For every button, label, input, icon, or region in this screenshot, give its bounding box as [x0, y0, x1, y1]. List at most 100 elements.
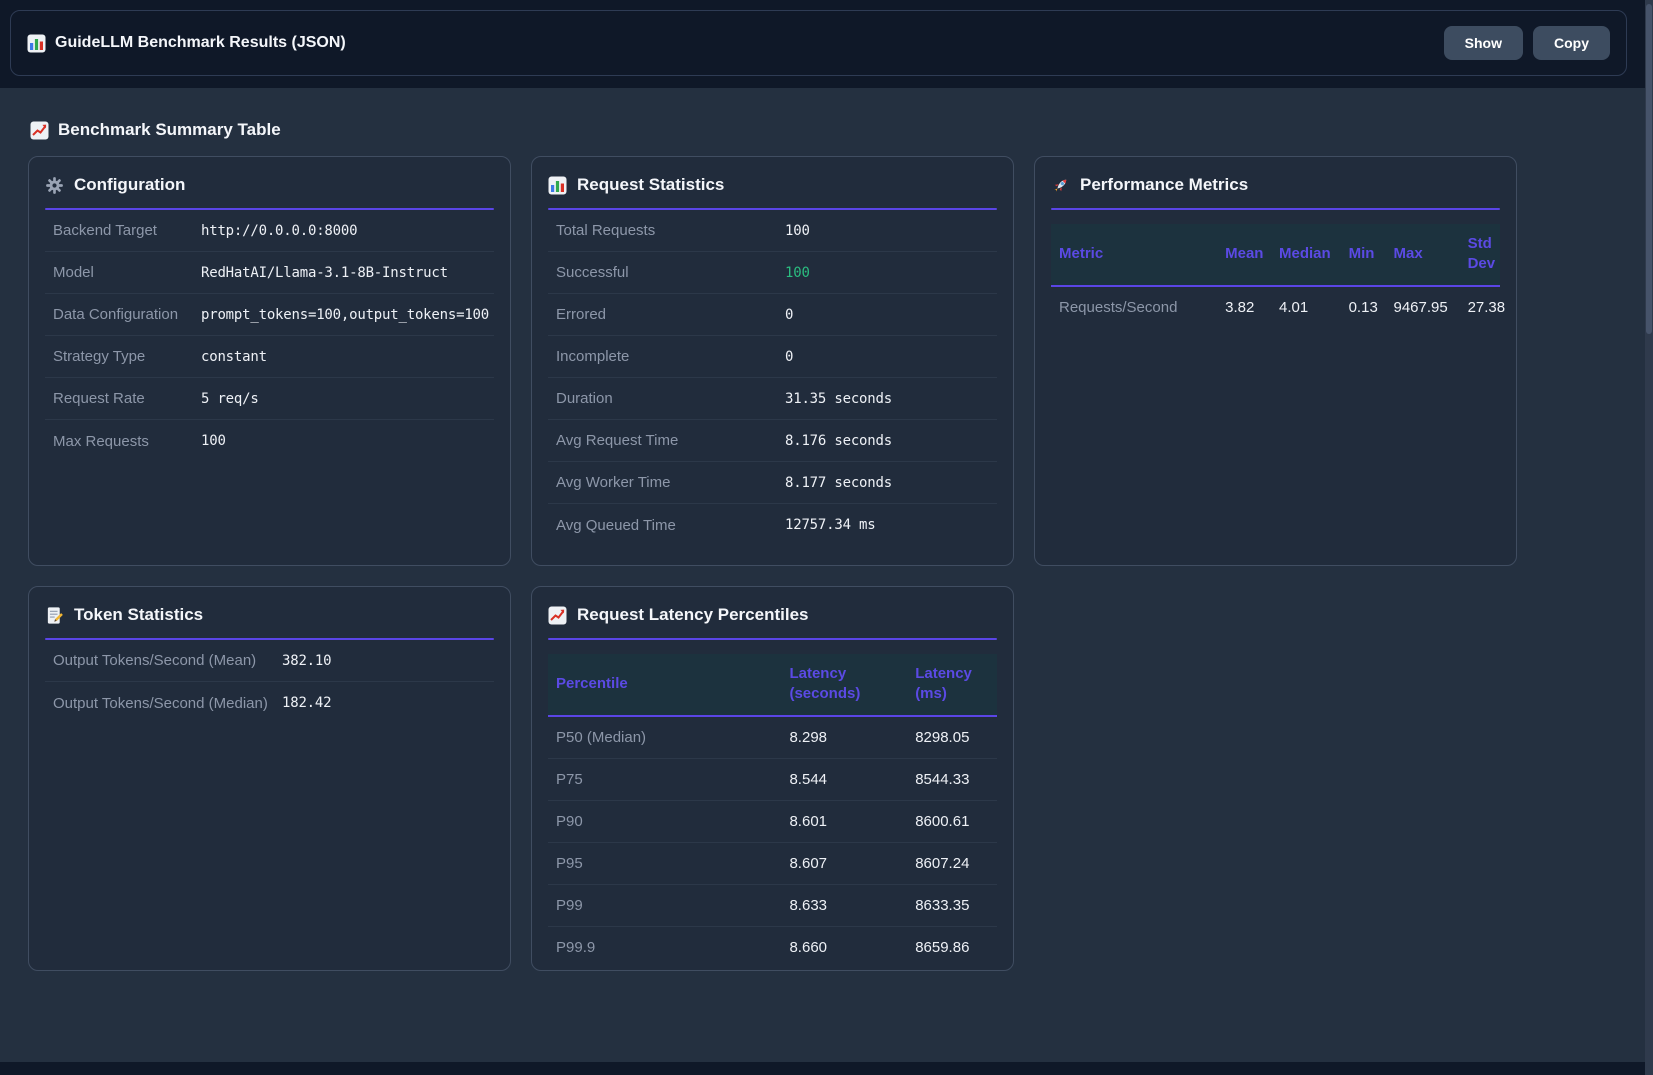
table-row-p95: P95 8.607 8607.24 [548, 842, 997, 884]
cell-latency-seconds: 8.298 [781, 716, 907, 759]
row-value: 5 req/s [201, 391, 259, 407]
col-header-percentile: Percentile [548, 654, 781, 716]
latency-percentiles-card: Request Latency Percentiles Percentile L… [531, 586, 1014, 971]
cell-percentile: P75 [548, 758, 781, 800]
col-header-latency-ms: Latency (ms) [907, 654, 997, 716]
row-label: Output Tokens/Second (Median) [53, 695, 282, 712]
config-row-data-configuration: Data Configuration prompt_tokens=100,out… [45, 294, 494, 336]
cell-latency-seconds: 8.601 [781, 800, 907, 842]
row-label: Max Requests [53, 433, 201, 450]
row-value: 8.177 seconds [785, 475, 892, 491]
row-value: 0 [785, 307, 793, 323]
row-value: 100 [201, 433, 226, 449]
benchmark-results-page: GuideLLM Benchmark Results (JSON) Show C… [0, 0, 1653, 1075]
bar-chart-icon [27, 34, 46, 53]
config-row-model: Model RedHatAI/Llama-3.1-8B-Instruct [45, 252, 494, 294]
row-value: constant [201, 349, 267, 365]
row-label: Errored [556, 306, 785, 323]
card-title-text: Request Latency Percentiles [577, 605, 808, 625]
table-row-p50: P50 (Median) 8.298 8298.05 [548, 716, 997, 759]
row-label: Model [53, 264, 201, 281]
row-label: Avg Request Time [556, 432, 785, 449]
cell-percentile: P99.9 [548, 926, 781, 968]
row-value: 182.42 [282, 695, 331, 711]
cell-latency-seconds: 8.607 [781, 842, 907, 884]
col-header-median: Median [1271, 224, 1341, 286]
row-label: Avg Worker Time [556, 474, 785, 491]
col-header-std-dev: Std Dev [1460, 224, 1500, 286]
stat-row-errored: Errored 0 [548, 294, 997, 336]
show-button[interactable]: Show [1444, 26, 1523, 60]
table-row-p99: P99 8.633 8633.35 [548, 884, 997, 926]
row-label: Backend Target [53, 222, 201, 239]
cell-latency-ms: 8298.05 [907, 716, 997, 759]
config-row-max-requests: Max Requests 100 [45, 420, 494, 462]
cell-latency-ms: 8607.24 [907, 842, 997, 884]
header-card: GuideLLM Benchmark Results (JSON) Show C… [10, 10, 1627, 76]
row-label: Strategy Type [53, 348, 201, 365]
stat-row-incomplete: Incomplete 0 [548, 336, 997, 378]
table-row-p90: P90 8.601 8600.61 [548, 800, 997, 842]
performance-metrics-card: Performance Metrics Metric Mean Median M… [1034, 156, 1517, 566]
copy-button[interactable]: Copy [1533, 26, 1610, 60]
main-content: Benchmark Summary Table Configuration Ba… [0, 88, 1653, 971]
latency-percentiles-card-title: Request Latency Percentiles [548, 605, 997, 625]
cell-metric: Requests/Second [1051, 286, 1217, 328]
row-value: 31.35 seconds [785, 391, 892, 407]
card-title-text: Configuration [74, 175, 185, 195]
row-label: Incomplete [556, 348, 785, 365]
cell-latency-seconds: 8.660 [781, 926, 907, 968]
section-heading: Benchmark Summary Table [28, 88, 1653, 140]
row-label: Total Requests [556, 222, 785, 239]
chart-increasing-icon [548, 606, 567, 625]
rocket-icon [1051, 176, 1070, 195]
card-title-text: Performance Metrics [1080, 175, 1248, 195]
table-row-requests-per-second: Requests/Second 3.82 4.01 0.13 9467.95 2… [1051, 286, 1500, 328]
scrollbar-thumb[interactable] [1646, 4, 1652, 334]
row-value: prompt_tokens=100,output_tokens=100 [201, 307, 489, 323]
memo-icon [45, 606, 64, 625]
cell-percentile: P90 [548, 800, 781, 842]
col-header-min: Min [1341, 224, 1386, 286]
row-value: RedHatAI/Llama-3.1-8B-Instruct [201, 265, 448, 281]
table-header-row: Metric Mean Median Min Max Std Dev [1051, 224, 1500, 286]
col-header-mean: Mean [1217, 224, 1271, 286]
row-label: Duration [556, 390, 785, 407]
cell-latency-seconds: 8.544 [781, 758, 907, 800]
row-value-success: 100 [785, 265, 810, 281]
scrollbar-track[interactable] [1645, 0, 1653, 1075]
cell-latency-ms: 8659.86 [907, 926, 997, 968]
cell-percentile: P95 [548, 842, 781, 884]
section-heading-text: Benchmark Summary Table [58, 120, 281, 140]
token-row-mean: Output Tokens/Second (Mean) 382.10 [45, 640, 494, 682]
latency-percentiles-table: Percentile Latency (seconds) Latency (ms… [548, 654, 997, 968]
col-header-latency-seconds: Latency (seconds) [781, 654, 907, 716]
performance-metrics-card-title: Performance Metrics [1051, 175, 1500, 195]
cell-max: 9467.95 [1385, 286, 1459, 328]
header-actions: Show Copy [1444, 26, 1610, 60]
row-value: 8.176 seconds [785, 433, 892, 449]
title-underline [1051, 208, 1500, 210]
request-statistics-rows: Total Requests 100 Successful 100 Errore… [548, 210, 997, 546]
cell-percentile: P50 (Median) [548, 716, 781, 759]
row-label: Data Configuration [53, 306, 201, 323]
row-label: Successful [556, 264, 785, 281]
col-header-max: Max [1385, 224, 1459, 286]
row-value: http://0.0.0.0:8000 [201, 223, 357, 239]
row-label: Avg Queued Time [556, 517, 785, 534]
request-statistics-card-title: Request Statistics [548, 175, 997, 195]
cards-row-2: Token Statistics Output Tokens/Second (M… [28, 586, 1653, 971]
config-row-strategy-type: Strategy Type constant [45, 336, 494, 378]
config-row-request-rate: Request Rate 5 req/s [45, 378, 494, 420]
table-row-p99-9: P99.9 8.660 8659.86 [548, 926, 997, 968]
token-statistics-rows: Output Tokens/Second (Mean) 382.10 Outpu… [45, 640, 494, 724]
page-title-text: GuideLLM Benchmark Results (JSON) [55, 34, 346, 52]
request-statistics-card: Request Statistics Total Requests 100 Su… [531, 156, 1014, 566]
stat-row-successful: Successful 100 [548, 252, 997, 294]
cell-mean: 3.82 [1217, 286, 1271, 328]
cell-percentile: P99 [548, 884, 781, 926]
configuration-card-title: Configuration [45, 175, 494, 195]
cell-latency-seconds: 8.633 [781, 884, 907, 926]
cell-min: 0.13 [1341, 286, 1386, 328]
title-underline [548, 638, 997, 640]
